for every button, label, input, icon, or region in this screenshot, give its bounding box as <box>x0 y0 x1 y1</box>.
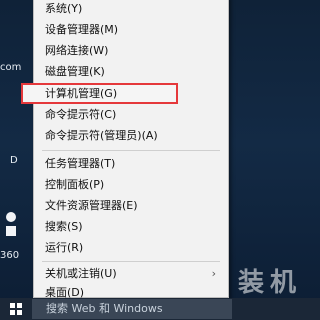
menu-item-disk-management[interactable]: 磁盘管理(K) <box>34 61 228 82</box>
menu-item-command-prompt[interactable]: 命令提示符(C) <box>34 104 228 125</box>
menu-item-file-explorer[interactable]: 文件资源管理器(E) <box>34 195 228 216</box>
menu-item-run[interactable]: 运行(R) <box>34 237 228 258</box>
desktop-label-fragment: 360 <box>0 250 20 261</box>
menu-item-task-manager[interactable]: 任务管理器(T) <box>34 153 228 174</box>
menu-item-control-panel[interactable]: 控制面板(P) <box>34 174 228 195</box>
menu-separator <box>42 261 220 262</box>
menu-item-label: 关机或注销(U) <box>45 267 117 280</box>
desktop-label-fragment: com <box>0 62 22 73</box>
menu-item-computer-management[interactable]: 计算机管理(G) <box>21 83 178 104</box>
menu-item-device-manager[interactable]: 设备管理器(M) <box>34 19 228 40</box>
power-user-context-menu: 系统(Y) 设备管理器(M) 网络连接(W) 磁盘管理(K) 计算机管理(G) … <box>21 0 229 299</box>
menu-separator <box>42 150 220 151</box>
menu-item-search[interactable]: 搜索(S) <box>34 216 228 237</box>
menu-item-network-connections[interactable]: 网络连接(W) <box>34 40 228 61</box>
menu-item-shutdown-signout[interactable]: 关机或注销(U) › <box>34 263 228 284</box>
desktop: com D 360 装机 系统(Y) 设备管理器(M) 网络连接(W) 磁盘管理… <box>0 0 320 320</box>
desktop-label-fragment: D <box>10 155 18 166</box>
watermark-logo: 装机 <box>238 268 303 298</box>
menu-item-system[interactable]: 系统(Y) <box>34 0 228 19</box>
taskbar: 搜索 Web 和 Windows <box>0 298 320 320</box>
taskbar-search-box[interactable]: 搜索 Web 和 Windows <box>32 299 232 319</box>
desktop-shortcut-icon[interactable] <box>4 210 16 240</box>
menu-item-command-prompt-admin[interactable]: 命令提示符(管理员)(A) <box>34 125 228 146</box>
windows-start-icon[interactable] <box>10 303 22 315</box>
chevron-right-icon: › <box>211 267 216 280</box>
